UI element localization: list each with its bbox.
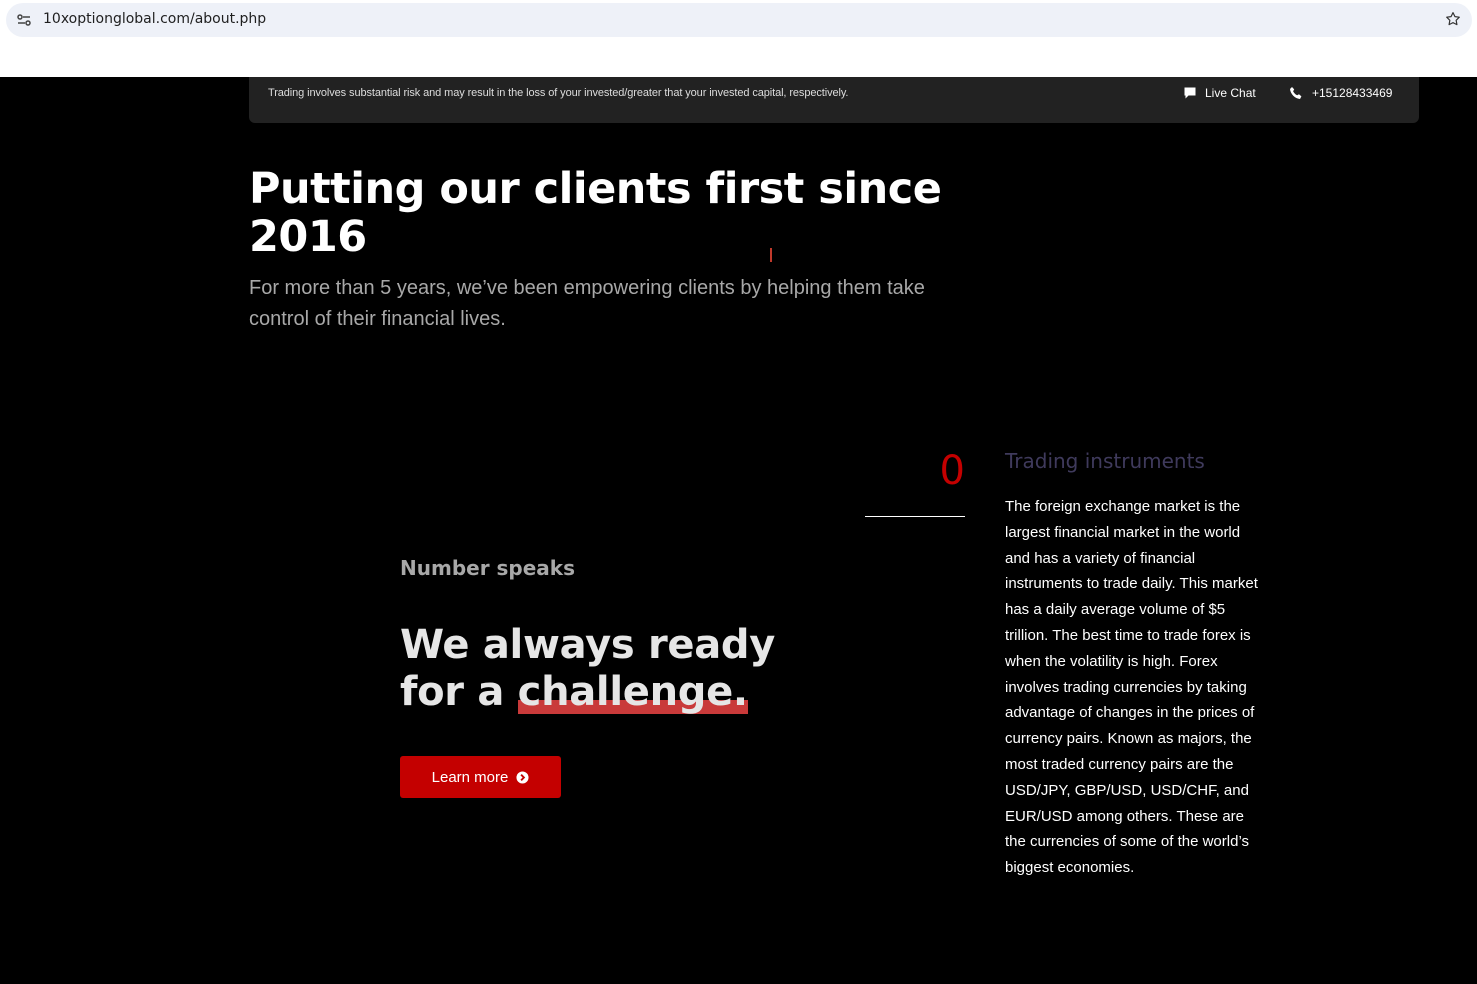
instruments-title: Trading instruments xyxy=(1005,449,1205,473)
counter-divider xyxy=(865,516,965,517)
chat-bubble-icon xyxy=(1184,87,1196,99)
url-text[interactable]: 10xoptionglobal.com/about.php xyxy=(43,11,266,27)
bookmark-star-icon[interactable] xyxy=(1444,10,1462,28)
text-cursor xyxy=(770,248,772,262)
stat-counter: 0 xyxy=(939,448,965,494)
live-chat-label: Live Chat xyxy=(1205,86,1256,100)
hero-subtitle: For more than 5 years, we’ve been empowe… xyxy=(249,277,925,330)
site-info-icon[interactable] xyxy=(16,12,32,28)
page-title: Putting our clients first since 2016 xyxy=(249,164,942,262)
section-eyebrow: Number speaks xyxy=(400,556,576,580)
learn-more-button[interactable]: Learn more xyxy=(400,756,561,798)
address-bar[interactable]: 10xoptionglobal.com/about.php xyxy=(6,3,1472,37)
phone-link[interactable]: +15128433469 xyxy=(1289,86,1392,100)
phone-number: +15128433469 xyxy=(1312,86,1393,100)
chevron-circle-right-icon xyxy=(516,770,529,784)
instruments-description: The foreign exchange market is the large… xyxy=(1005,498,1258,877)
top-info-bar: Trading involves substantial risk and ma… xyxy=(249,77,1419,123)
headline-highlight: challenge. xyxy=(517,669,748,715)
browser-chrome: 10xoptionglobal.com/about.php xyxy=(0,0,1477,77)
learn-more-label: Learn more xyxy=(431,768,509,786)
phone-icon xyxy=(1290,87,1302,99)
risk-notice: Trading involves substantial risk and ma… xyxy=(268,87,849,99)
live-chat-link[interactable]: Live Chat xyxy=(1183,86,1256,100)
section-headline: We always ready for a challenge. xyxy=(400,622,820,716)
